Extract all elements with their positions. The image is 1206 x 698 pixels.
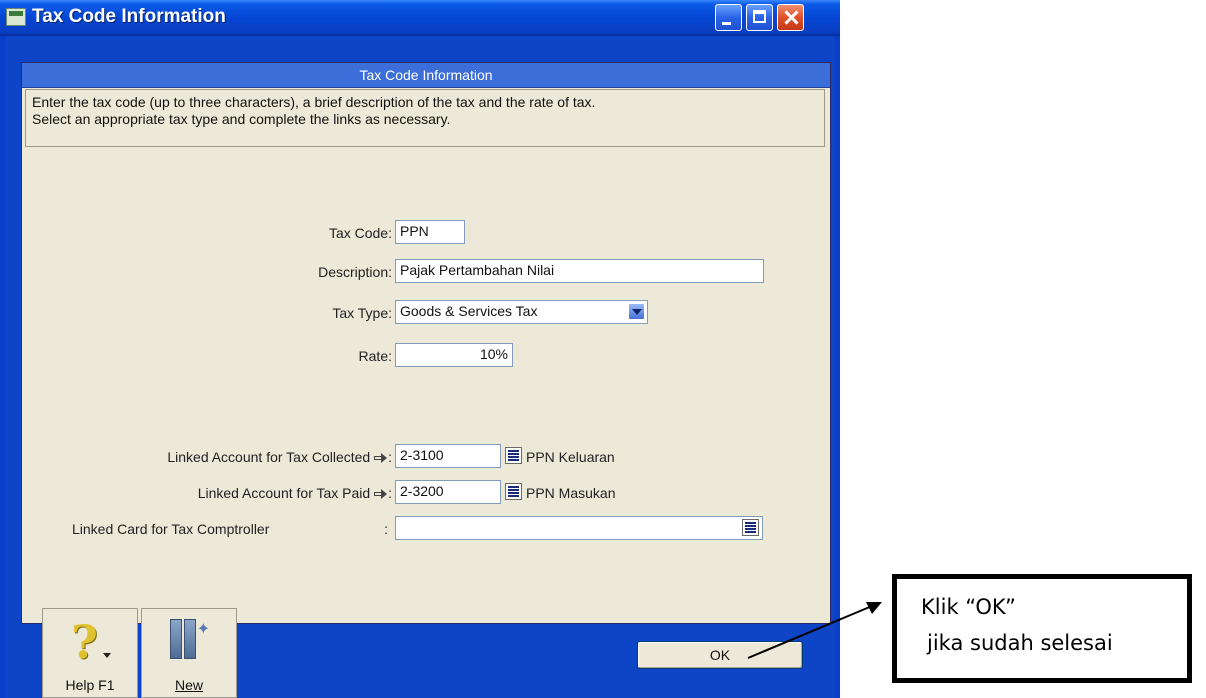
rate-label: Rate: (358, 348, 392, 364)
maximize-icon[interactable] (746, 4, 773, 31)
linked-collected-sep: : (388, 449, 392, 465)
linked-collected-label: Linked Account for Tax Collected : (52, 449, 392, 465)
client-area: Tax Code Information Enter the tax code … (5, 36, 835, 698)
tax-code-label: Tax Code: (328, 225, 392, 241)
description-label: Description: (318, 264, 392, 280)
instructions-line-1: Enter the tax code (up to three characte… (32, 94, 596, 110)
minimize-icon[interactable] (715, 4, 742, 31)
tax-code-field[interactable]: PPN (395, 220, 465, 244)
close-icon[interactable] (777, 4, 804, 31)
arrow-right-icon[interactable] (374, 453, 388, 464)
rate-field[interactable]: 10% (395, 343, 513, 367)
chevron-down-icon[interactable] (628, 303, 645, 320)
description-field[interactable]: Pajak Pertambahan Nilai (395, 259, 764, 283)
callout-line-1: Klik “OK” (921, 595, 1016, 619)
tax-code-panel: Tax Code Information Enter the tax code … (21, 62, 831, 624)
list-icon[interactable] (742, 519, 759, 536)
linked-paid-field[interactable]: 2-3200 (395, 480, 501, 504)
help-question-icon: ? (71, 615, 98, 669)
caret-down-icon (103, 653, 111, 658)
instructions-line-2: Select an appropriate tax type and compl… (32, 111, 451, 127)
tax-type-value: Goods & Services Tax (400, 303, 538, 319)
annotation-callout: Klik “OK” jika sudah selesai (892, 574, 1192, 683)
list-icon[interactable] (505, 483, 522, 500)
panel-header: Tax Code Information (22, 63, 830, 88)
linked-collected-name: PPN Keluaran (526, 449, 615, 465)
instructions-box: Enter the tax code (up to three characte… (25, 89, 825, 147)
linked-collected-label-text: Linked Account for Tax Collected (167, 449, 371, 465)
help-label: Help F1 (65, 677, 115, 693)
linked-card-label: Linked Card for Tax Comptroller : (72, 521, 392, 537)
app-icon (6, 8, 26, 26)
linked-collected-field[interactable]: 2-3100 (395, 444, 501, 468)
tax-type-select[interactable]: Goods & Services Tax (395, 300, 648, 324)
window-title: Tax Code Information (32, 6, 226, 27)
linked-card-label-text: Linked Card for Tax Comptroller (72, 521, 270, 537)
linked-paid-sep: : (388, 485, 392, 501)
linked-paid-name: PPN Masukan (526, 485, 616, 501)
new-label: New (174, 677, 203, 693)
linked-card-sep: : (384, 521, 388, 537)
arrow-right-icon[interactable] (374, 489, 388, 500)
linked-paid-label: Linked Account for Tax Paid : (52, 485, 392, 501)
ok-button[interactable]: OK (637, 641, 803, 669)
new-button[interactable]: ✦ New (141, 608, 237, 698)
tax-type-label: Tax Type: (332, 305, 392, 321)
help-button[interactable]: ? Help F1 (42, 608, 138, 698)
new-record-icon: ✦ (166, 619, 210, 659)
linked-card-field[interactable] (395, 516, 763, 540)
title-bar[interactable]: Tax Code Information (0, 0, 840, 36)
linked-paid-label-text: Linked Account for Tax Paid (197, 485, 371, 501)
callout-line-2: jika sudah selesai (927, 631, 1113, 655)
tax-code-window: Tax Code Information Tax Code Informatio… (0, 0, 840, 698)
list-icon[interactable] (505, 447, 522, 464)
